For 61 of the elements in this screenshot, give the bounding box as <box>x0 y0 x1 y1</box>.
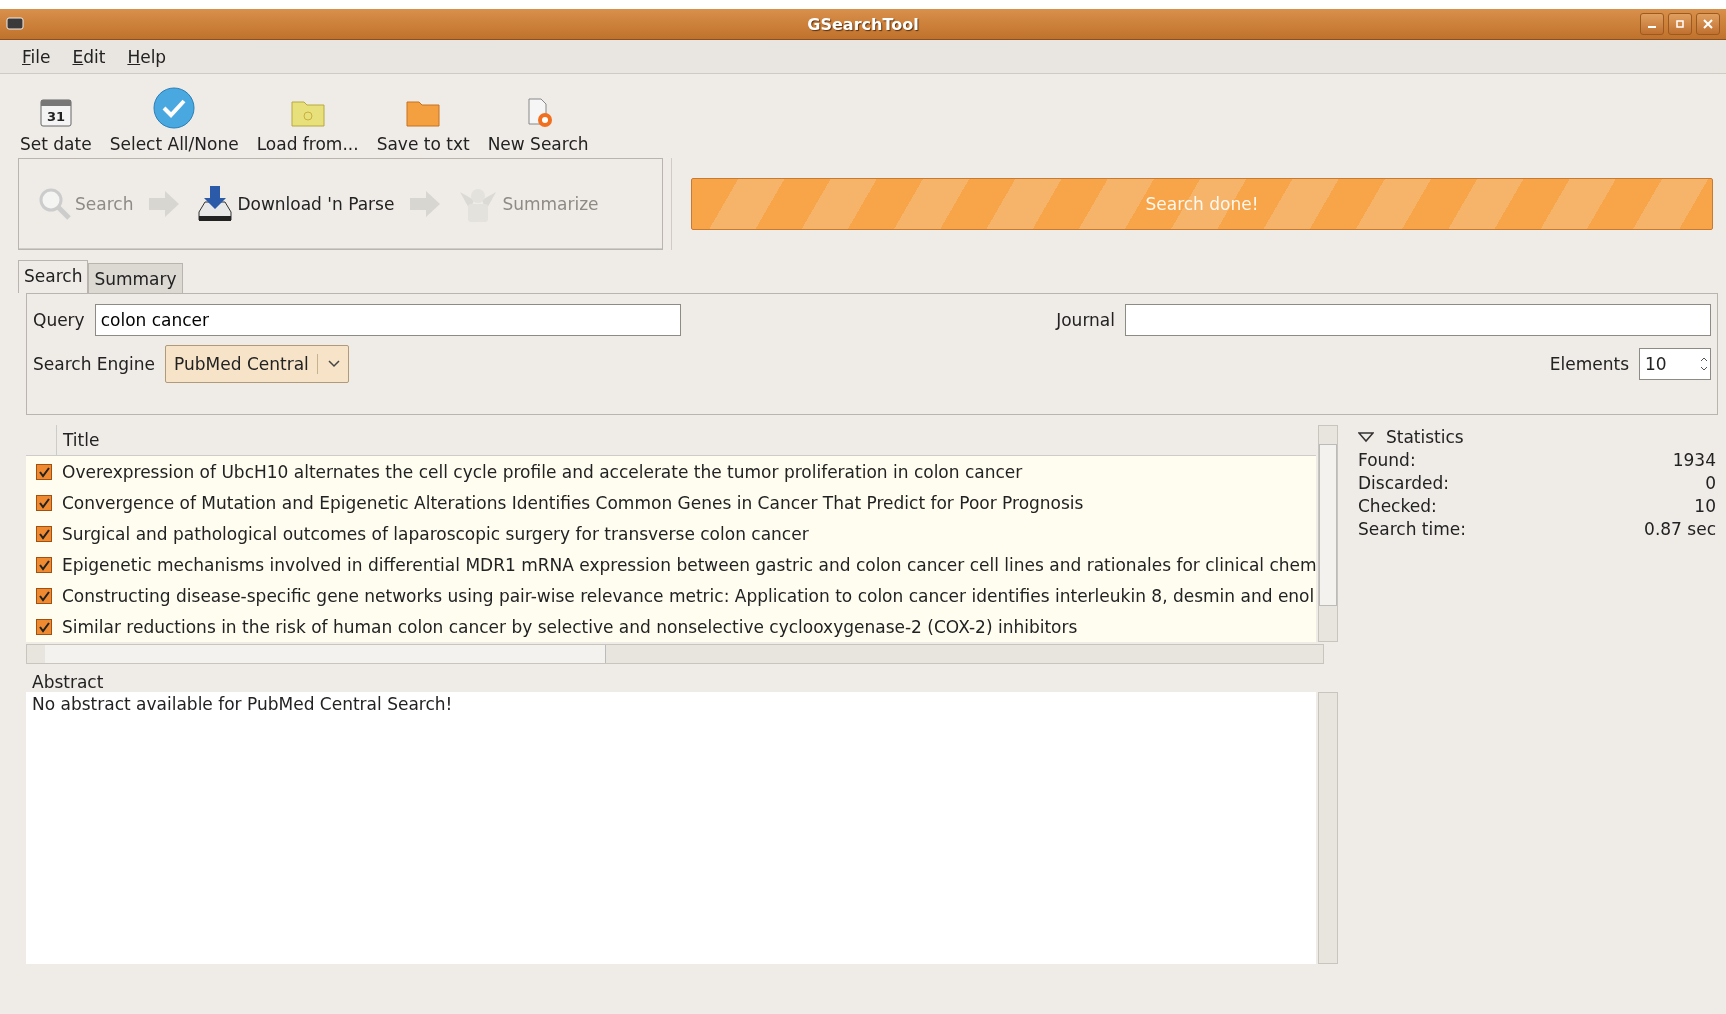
table-cell[interactable]: Convergence of Mutation and Epigenetic Alterations Identifies Common Genes in Cancer That Predict for Poor Prognosis <box>62 492 1084 513</box>
maximize-button[interactable] <box>1668 13 1692 35</box>
row-checkbox[interactable] <box>36 494 52 511</box>
maximize-icon <box>1675 19 1685 29</box>
field-label: Journal <box>1056 310 1115 330</box>
column-header[interactable]: Title <box>57 430 100 450</box>
vertical-scrollbar[interactable] <box>1318 425 1338 642</box>
window-icon <box>6 17 24 31</box>
caret-icon <box>327 360 340 368</box>
progress-label: Search done! <box>1145 194 1259 214</box>
row-checkbox[interactable] <box>36 556 52 573</box>
table-cell[interactable]: Similar reductions in the risk of human colon cancer by selective and nonselective cyclooxygenase-2 (COX-2) inhibitors <box>62 616 1078 637</box>
minimize-icon <box>1648 26 1656 28</box>
abstract-text: No abstract available for PubMed Central Search! <box>32 694 453 714</box>
field-label: Search Engine <box>33 354 156 374</box>
checkmark-icon <box>152 86 197 130</box>
horizontal-scrollbar[interactable] <box>26 644 1324 664</box>
row-checkbox[interactable] <box>36 587 52 604</box>
engine-dropdown[interactable]: PubMed Central <box>165 345 349 383</box>
table-cell[interactable]: Overexpression of UbcH10 alternates the cell cycle profile and accelerate the tumor proliferation in colon cancer <box>62 461 1023 482</box>
statistics-expander[interactable]: Statistics <box>1358 425 1716 449</box>
toolbar-button[interactable]: 31 Set date <box>12 96 100 154</box>
stat-label: Checked: <box>1358 495 1437 518</box>
stat-label: Found: <box>1358 449 1416 472</box>
row-checkbox[interactable] <box>36 618 52 635</box>
query-field[interactable]: colon cancer <box>94 304 681 336</box>
toolbar-button[interactable]: Select All/None <box>101 86 247 154</box>
journal-field[interactable] <box>1125 304 1711 336</box>
row-checkbox[interactable] <box>36 463 52 480</box>
menu-item[interactable]: Help <box>127 46 167 67</box>
menu-item[interactable]: Edit <box>72 46 106 67</box>
step-button[interactable]: Download 'n Parse <box>195 184 395 224</box>
search-icon <box>37 186 73 222</box>
vertical-scrollbar[interactable] <box>1318 692 1338 964</box>
stat-value: 0 <box>1705 472 1716 495</box>
stat-value: 1934 <box>1672 449 1716 472</box>
close-icon <box>1703 19 1713 29</box>
row-checkbox[interactable] <box>36 525 52 542</box>
expander-triangle-icon <box>1358 431 1374 443</box>
menu-item[interactable]: File <box>22 46 51 67</box>
window-title: GSearchTool <box>807 14 919 34</box>
stat-value: 10 <box>1694 495 1716 518</box>
calendar-day: 31 <box>46 109 65 124</box>
stat-value: 0.87 sec <box>1644 518 1716 541</box>
table-cell[interactable]: Epigenetic mechanisms involved in differential MDR1 mRNA expression between gastric and colon cancer cell lines and rationales for clinical chem <box>62 554 1316 575</box>
elements-spinner[interactable]: 10 <box>1639 348 1711 380</box>
abstract-text-area[interactable]: No abstract available for PubMed Central Search! <box>26 692 1316 964</box>
close-button[interactable] <box>1696 13 1720 35</box>
abstract-label: Abstract <box>31 672 105 692</box>
field-label: Elements <box>1549 354 1629 374</box>
minimize-button[interactable] <box>1640 13 1664 35</box>
toolbar-button[interactable]: Load from... <box>248 96 367 154</box>
stat-label: Discarded: <box>1358 472 1449 495</box>
tab[interactable]: Search <box>18 260 89 293</box>
toolbar-button[interactable]: Save to txt <box>368 96 478 154</box>
field-label: Query <box>33 310 85 330</box>
tab[interactable]: Summary <box>88 263 183 293</box>
table-cell[interactable]: Constructing disease-specific gene networks using pair-wise relevance metric: Application to colon cancer identifies interleukin 8, desmin and enol <box>62 585 1315 606</box>
stat-label: Search time: <box>1358 518 1466 541</box>
toolbar-button[interactable]: New Search <box>479 96 597 154</box>
table-cell[interactable]: Surgical and pathological outcomes of laparoscopic surgery for transverse colon cancer <box>62 523 809 544</box>
